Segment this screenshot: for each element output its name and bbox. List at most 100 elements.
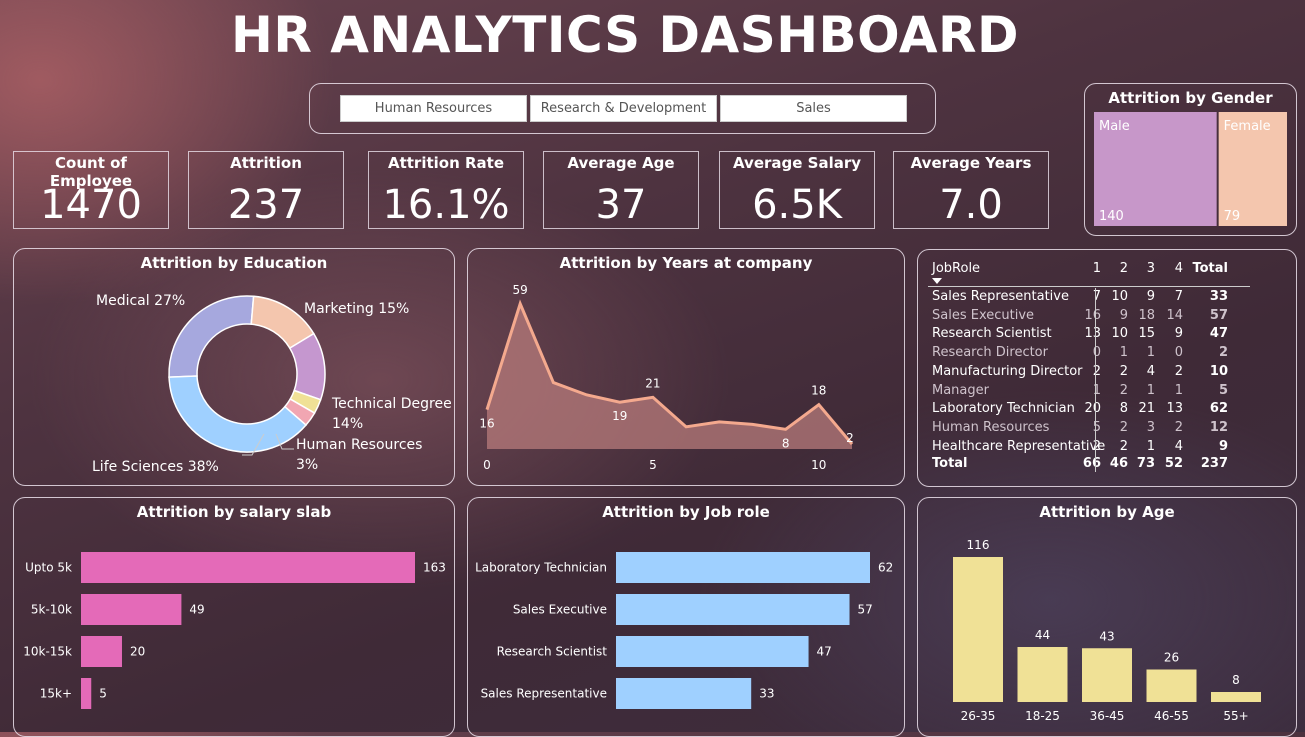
matrix-cell: 10 xyxy=(1209,363,1228,379)
kpi-label: Attrition xyxy=(230,154,302,172)
matrix-cell: 2 xyxy=(1174,419,1183,435)
category-label: 10k-15k xyxy=(23,645,72,659)
matrix-row: Sales Representative 7 10 9 7 33 xyxy=(918,289,1296,307)
matrix-cell: 12 xyxy=(1209,419,1228,435)
jobrole-matrix-panel: JobRole 1 2 3 4 Total Sales Representative 7 10 9… xyxy=(917,249,1297,487)
matrix-cell: 18 xyxy=(1138,307,1155,323)
matrix-row-label: Manufacturing Director xyxy=(932,363,1083,379)
bar-value-label: 57 xyxy=(858,603,873,617)
matrix-row-label: Healthcare Representative xyxy=(932,438,1106,454)
matrix-cell: 1 xyxy=(1092,261,1101,276)
area-data-label: 21 xyxy=(645,376,660,390)
area-data-label: 59 xyxy=(513,283,528,297)
matrix-cell: 5 xyxy=(1092,419,1101,435)
x-tick-label: 10 xyxy=(811,458,826,472)
matrix-cell: 21 xyxy=(1138,401,1155,417)
matrix-row: Sales Executive 16 9 18 14 57 xyxy=(918,308,1296,326)
matrix-cell: 20 xyxy=(1084,401,1101,417)
column xyxy=(1017,647,1068,702)
category-label: 5k-10k xyxy=(31,603,72,617)
kpi-value: 7.0 xyxy=(939,182,1003,228)
bar xyxy=(81,636,122,667)
column-value-label: 8 xyxy=(1232,673,1240,687)
kpi-label: Average Salary xyxy=(732,154,862,172)
kpi-value: 37 xyxy=(595,182,647,228)
bar-value-label: 49 xyxy=(189,603,204,617)
matrix-cell: 1 xyxy=(1146,382,1155,398)
matrix-cell: 10 xyxy=(1111,289,1128,304)
bar xyxy=(616,552,870,583)
matrix-cell: 13 xyxy=(1084,326,1101,342)
kpi-value: 237 xyxy=(227,182,305,228)
matrix-header-divider xyxy=(928,286,1250,287)
matrix-row-label: Research Director xyxy=(932,345,1048,361)
matrix-column-divider xyxy=(1095,288,1096,472)
donut-label: Life Sciences 38% xyxy=(92,459,219,475)
matrix-row: Healthcare Representative 2 2 1 4 9 xyxy=(918,439,1296,457)
matrix-row: Research Director 0 1 1 0 2 xyxy=(918,345,1296,363)
matrix-header: JobRole 1 2 3 4 Total xyxy=(918,261,1296,279)
matrix-row-label: Research Scientist xyxy=(932,326,1052,342)
column xyxy=(953,557,1003,702)
matrix-cell: Total xyxy=(1192,261,1228,276)
kpi-value: 16.1% xyxy=(382,182,510,228)
matrix-cell: 57 xyxy=(1209,307,1228,323)
slicer-sales[interactable]: Sales xyxy=(720,95,907,122)
category-label: 36-45 xyxy=(1090,709,1125,723)
matrix-cell: 2 xyxy=(1218,345,1228,361)
x-tick-label: 5 xyxy=(649,458,657,472)
bar xyxy=(616,594,850,625)
matrix-cell: 33 xyxy=(1209,289,1228,304)
area-data-label: 18 xyxy=(811,384,826,398)
kpi-average-salary: Average Salary 6.5K xyxy=(719,151,875,229)
kpi-count-of-employee: Count of Employee 1470 xyxy=(13,151,169,229)
matrix-cell: 13 xyxy=(1166,401,1183,417)
bar xyxy=(81,594,182,625)
category-label: Sales Executive xyxy=(513,603,607,617)
category-label: 15k+ xyxy=(40,687,72,701)
matrix-cell: 9 xyxy=(1218,438,1228,454)
kpi-average-age: Average Age 37 xyxy=(543,151,699,229)
bar xyxy=(81,678,92,709)
bar xyxy=(81,552,415,583)
kpi-attrition-rate: Attrition Rate 16.1% xyxy=(368,151,524,229)
matrix-row-label: Total xyxy=(932,456,968,471)
matrix-row: Manufacturing Director 2 2 4 2 10 xyxy=(918,364,1296,382)
matrix-row-label: Human Resources xyxy=(932,419,1050,435)
age-column-chart: 116 26-35 44 18-25 43 36-45 26 46-55 8 55+ xyxy=(953,538,1261,723)
education-donut-chart: Medical 27% Marketing 15% Technical Degree… xyxy=(92,293,452,475)
slicer-human-resources[interactable]: Human Resources xyxy=(340,95,527,122)
donut-label: Medical 27% xyxy=(96,293,185,309)
bar-value-label: 47 xyxy=(817,645,832,659)
bar-value-label: 20 xyxy=(130,645,145,659)
matrix-cell: 2 xyxy=(1174,363,1183,379)
matrix-cell: 4 xyxy=(1174,261,1183,276)
matrix-cell: 9 xyxy=(1119,307,1128,323)
kpi-label: Average Age xyxy=(567,154,675,172)
matrix-cell: 1 xyxy=(1119,345,1128,361)
jobrole-panel: Attrition by Job role Laboratory Technic… xyxy=(467,497,905,737)
matrix-cell: 2 xyxy=(1119,363,1128,379)
category-label: Sales Representative xyxy=(481,687,607,701)
slicer-research-development[interactable]: Research & Development xyxy=(530,95,717,122)
matrix-row: Manager 1 2 1 1 5 xyxy=(918,383,1296,401)
area-fill xyxy=(487,303,852,449)
bar-value-label: 33 xyxy=(759,687,774,701)
treemap-label: Male xyxy=(1099,119,1130,134)
years-area-chart: 16 59 19 21 8 18 2 0 5 10 xyxy=(479,283,853,472)
matrix-row: Human Resources 5 2 3 2 12 xyxy=(918,420,1296,438)
matrix-cell: 1 xyxy=(1174,382,1183,398)
matrix-cell: 1 xyxy=(1092,382,1101,398)
sort-desc-icon[interactable] xyxy=(932,278,942,284)
matrix-cell: 237 xyxy=(1200,456,1228,471)
matrix-row: Research Scientist 13 10 15 9 47 xyxy=(918,326,1296,344)
bar-value-label: 163 xyxy=(423,561,446,575)
years-panel: Attrition by Years at company 16 59 19 21 8 1… xyxy=(467,248,905,486)
matrix-row-label: Manager xyxy=(932,382,989,398)
matrix-cell: 7 xyxy=(1174,289,1183,304)
matrix-cell: 15 xyxy=(1138,326,1155,342)
matrix-cell: 3 xyxy=(1146,419,1155,435)
matrix-cell: 0 xyxy=(1174,345,1183,361)
matrix-cell: 73 xyxy=(1136,456,1155,471)
bar-value-label: 62 xyxy=(878,561,893,575)
